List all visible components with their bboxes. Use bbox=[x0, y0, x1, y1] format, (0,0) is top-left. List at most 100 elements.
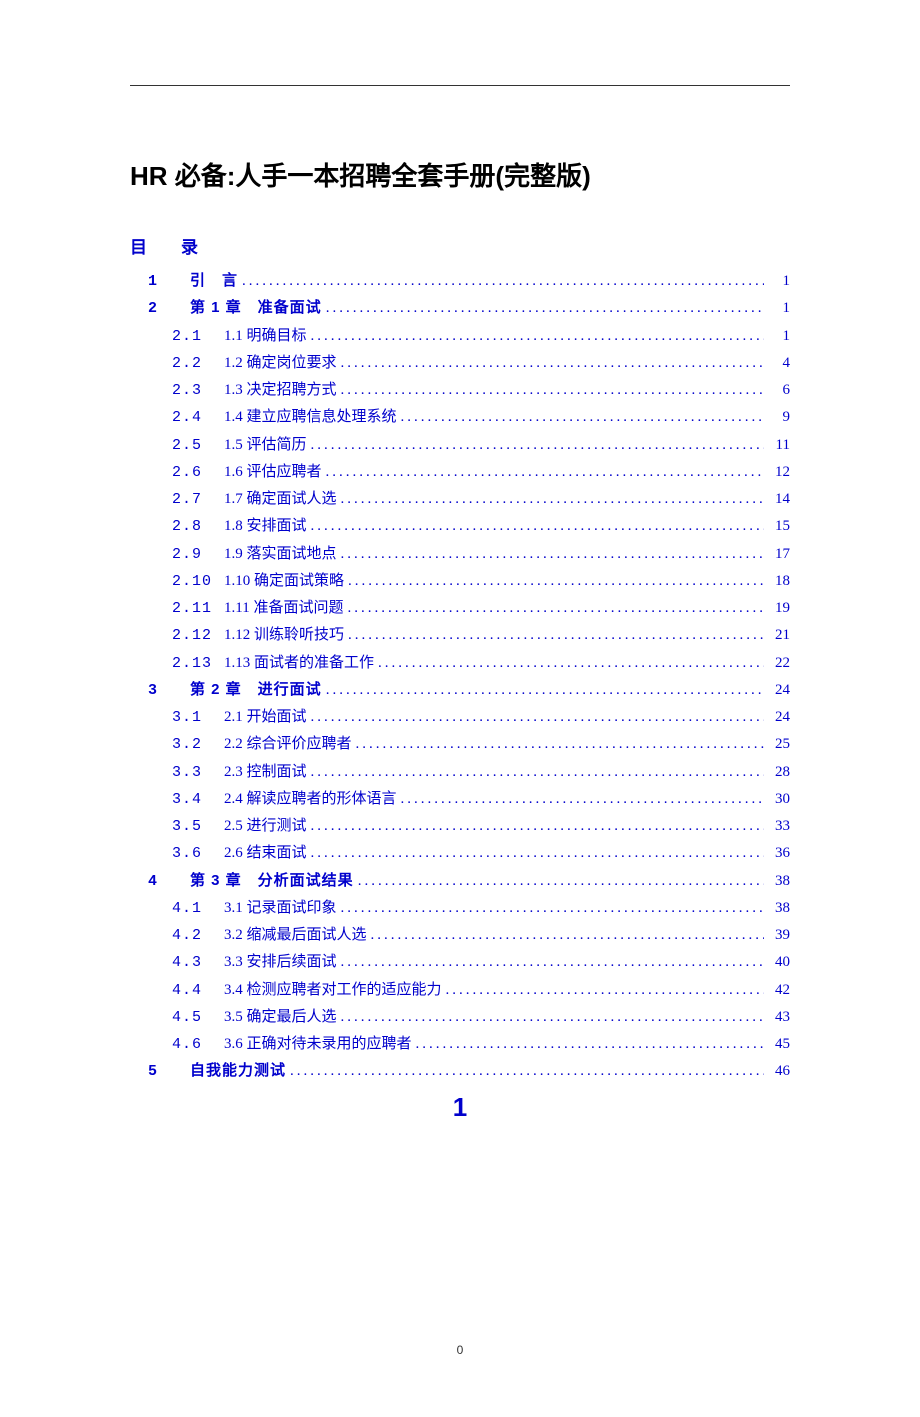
toc-leader-dots bbox=[326, 295, 764, 321]
toc-leader-dots bbox=[348, 622, 764, 648]
toc-entry[interactable]: 4.23.2 缩减最后面试人选 39 bbox=[130, 922, 790, 949]
toc-entry-page: 12 bbox=[768, 459, 790, 485]
toc-entry-page: 1 bbox=[768, 295, 790, 321]
toc-entry-label: 2.2 综合评价应聘者 bbox=[224, 731, 352, 757]
toc-entry-label: 3.6 正确对待未录用的应聘者 bbox=[224, 1031, 412, 1057]
toc-entry-page: 17 bbox=[768, 541, 790, 567]
toc-entry-number: 2.10 bbox=[172, 569, 224, 595]
toc-leader-dots bbox=[358, 868, 764, 894]
toc-entry[interactable]: 3.12.1 开始面试 24 bbox=[130, 704, 790, 731]
toc-entry[interactable]: 4.13.1 记录面试印象 38 bbox=[130, 895, 790, 922]
toc-entry[interactable]: 2.31.3 决定招聘方式 6 bbox=[130, 377, 790, 404]
toc-entry[interactable]: 2第 1 章 准备面试 1 bbox=[130, 295, 790, 322]
toc-entry[interactable]: 3.32.3 控制面试 28 bbox=[130, 759, 790, 786]
toc-leader-dots bbox=[371, 922, 764, 948]
toc-entry[interactable]: 4.33.3 安排后续面试 40 bbox=[130, 949, 790, 976]
toc-entry-page: 42 bbox=[768, 977, 790, 1003]
toc-entry[interactable]: 3.42.4 解读应聘者的形体语言 30 bbox=[130, 786, 790, 813]
toc-entry-label: 1.4 建立应聘信息处理系统 bbox=[224, 404, 397, 430]
toc-entry[interactable]: 5自我能力测试 46 bbox=[130, 1058, 790, 1085]
toc-entry[interactable]: 3.62.6 结束面试 36 bbox=[130, 840, 790, 867]
toc-entry-label: 1.3 决定招聘方式 bbox=[224, 377, 337, 403]
toc-entry[interactable]: 2.111.11 准备面试问题 19 bbox=[130, 595, 790, 622]
toc-heading: 目 录 bbox=[130, 233, 790, 258]
toc-entry-page: 21 bbox=[768, 622, 790, 648]
toc-entry[interactable]: 2.51.5 评估简历 11 bbox=[130, 432, 790, 459]
toc-leader-dots bbox=[311, 704, 764, 730]
toc-entry-label: 第 3 章 分析面试结果 bbox=[190, 868, 354, 894]
toc-entry[interactable]: 1引 言 1 bbox=[130, 268, 790, 295]
toc-entry-label: 第 2 章 进行面试 bbox=[190, 677, 322, 703]
toc-entry-number: 2.12 bbox=[172, 623, 224, 649]
toc-leader-dots bbox=[311, 759, 764, 785]
toc-entry[interactable]: 2.21.2 确定岗位要求 4 bbox=[130, 350, 790, 377]
toc-entry-number: 3.1 bbox=[172, 705, 224, 731]
toc-leader-dots bbox=[311, 813, 764, 839]
toc-entry-page: 18 bbox=[768, 568, 790, 594]
toc-entry[interactable]: 2.71.7 确定面试人选 14 bbox=[130, 486, 790, 513]
toc-entry-page: 4 bbox=[768, 350, 790, 376]
toc-entry-label: 1.12 训练聆听技巧 bbox=[224, 622, 344, 648]
toc-entry-page: 24 bbox=[768, 677, 790, 703]
toc-entry[interactable]: 2.41.4 建立应聘信息处理系统 9 bbox=[130, 404, 790, 431]
toc-entry[interactable]: 2.81.8 安排面试 15 bbox=[130, 513, 790, 540]
toc-entry[interactable]: 3第 2 章 进行面试 24 bbox=[130, 677, 790, 704]
toc-entry-page: 11 bbox=[768, 432, 790, 458]
toc-entry-number: 3.5 bbox=[172, 814, 224, 840]
toc-entry-number: 2.7 bbox=[172, 487, 224, 513]
toc-entry-page: 15 bbox=[768, 513, 790, 539]
toc-entry-number: 3.3 bbox=[172, 760, 224, 786]
toc-entry-label: 3.1 记录面试印象 bbox=[224, 895, 337, 921]
toc-entry-page: 38 bbox=[768, 895, 790, 921]
toc-leader-dots bbox=[341, 949, 764, 975]
toc-entry[interactable]: 2.11.1 明确目标 1 bbox=[130, 323, 790, 350]
toc-entry[interactable]: 3.22.2 综合评价应聘者 25 bbox=[130, 731, 790, 758]
toc-entry[interactable]: 3.52.5 进行测试 33 bbox=[130, 813, 790, 840]
toc-leader-dots bbox=[401, 404, 764, 430]
document-title: HR 必备:人手一本招聘全套手册(完整版) bbox=[130, 156, 790, 193]
toc-entry-page: 19 bbox=[768, 595, 790, 621]
toc-entry-number: 3 bbox=[148, 678, 190, 704]
toc-entry-page: 38 bbox=[768, 868, 790, 894]
toc-leader-dots bbox=[290, 1058, 764, 1084]
toc-entry-label: 1.8 安排面试 bbox=[224, 513, 307, 539]
toc-entry[interactable]: 2.61.6 评估应聘者 12 bbox=[130, 459, 790, 486]
toc-entry[interactable]: 2.121.12 训练聆听技巧 21 bbox=[130, 622, 790, 649]
toc-entry-label: 2.4 解读应聘者的形体语言 bbox=[224, 786, 397, 812]
toc-leader-dots bbox=[311, 840, 764, 866]
toc-entry-number: 4.3 bbox=[172, 950, 224, 976]
toc-leader-dots bbox=[356, 731, 764, 757]
toc-entry-page: 25 bbox=[768, 731, 790, 757]
toc-leader-dots bbox=[326, 459, 764, 485]
toc-entry-page: 24 bbox=[768, 704, 790, 730]
section-big-number: 1 bbox=[130, 1092, 790, 1123]
toc-entry-number: 4.1 bbox=[172, 896, 224, 922]
toc-entry-number: 2.6 bbox=[172, 460, 224, 486]
toc-entry-number: 2 bbox=[148, 296, 190, 322]
toc-leader-dots bbox=[341, 541, 764, 567]
toc-entry-number: 2.8 bbox=[172, 514, 224, 540]
toc-entry[interactable]: 2.101.10 确定面试策略 18 bbox=[130, 568, 790, 595]
toc-entry-page: 46 bbox=[768, 1058, 790, 1084]
toc-entry-number: 4 bbox=[148, 869, 190, 895]
toc-leader-dots bbox=[378, 650, 764, 676]
toc-entry[interactable]: 4.53.5 确定最后人选 43 bbox=[130, 1004, 790, 1031]
toc-entry-page: 40 bbox=[768, 949, 790, 975]
toc-entry-label: 1.10 确定面试策略 bbox=[224, 568, 344, 594]
toc-leader-dots bbox=[311, 323, 764, 349]
toc-entry-label: 自我能力测试 bbox=[190, 1058, 286, 1084]
toc-entry[interactable]: 4.43.4 检测应聘者对工作的适应能力 42 bbox=[130, 977, 790, 1004]
toc-entry-number: 2.1 bbox=[172, 324, 224, 350]
toc-entry-page: 45 bbox=[768, 1031, 790, 1057]
toc-entry[interactable]: 2.91.9 落实面试地点 17 bbox=[130, 541, 790, 568]
toc-entry-label: 1.1 明确目标 bbox=[224, 323, 307, 349]
toc-entry[interactable]: 2.131.13 面试者的准备工作 22 bbox=[130, 650, 790, 677]
toc-entry-label: 1.6 评估应聘者 bbox=[224, 459, 322, 485]
toc-leader-dots bbox=[347, 595, 764, 621]
toc-entry-number: 4.5 bbox=[172, 1005, 224, 1031]
toc-leader-dots bbox=[446, 977, 764, 1003]
toc-entry-page: 30 bbox=[768, 786, 790, 812]
toc-entry-page: 9 bbox=[768, 404, 790, 430]
toc-entry[interactable]: 4第 3 章 分析面试结果 38 bbox=[130, 868, 790, 895]
toc-entry[interactable]: 4.63.6 正确对待未录用的应聘者 45 bbox=[130, 1031, 790, 1058]
